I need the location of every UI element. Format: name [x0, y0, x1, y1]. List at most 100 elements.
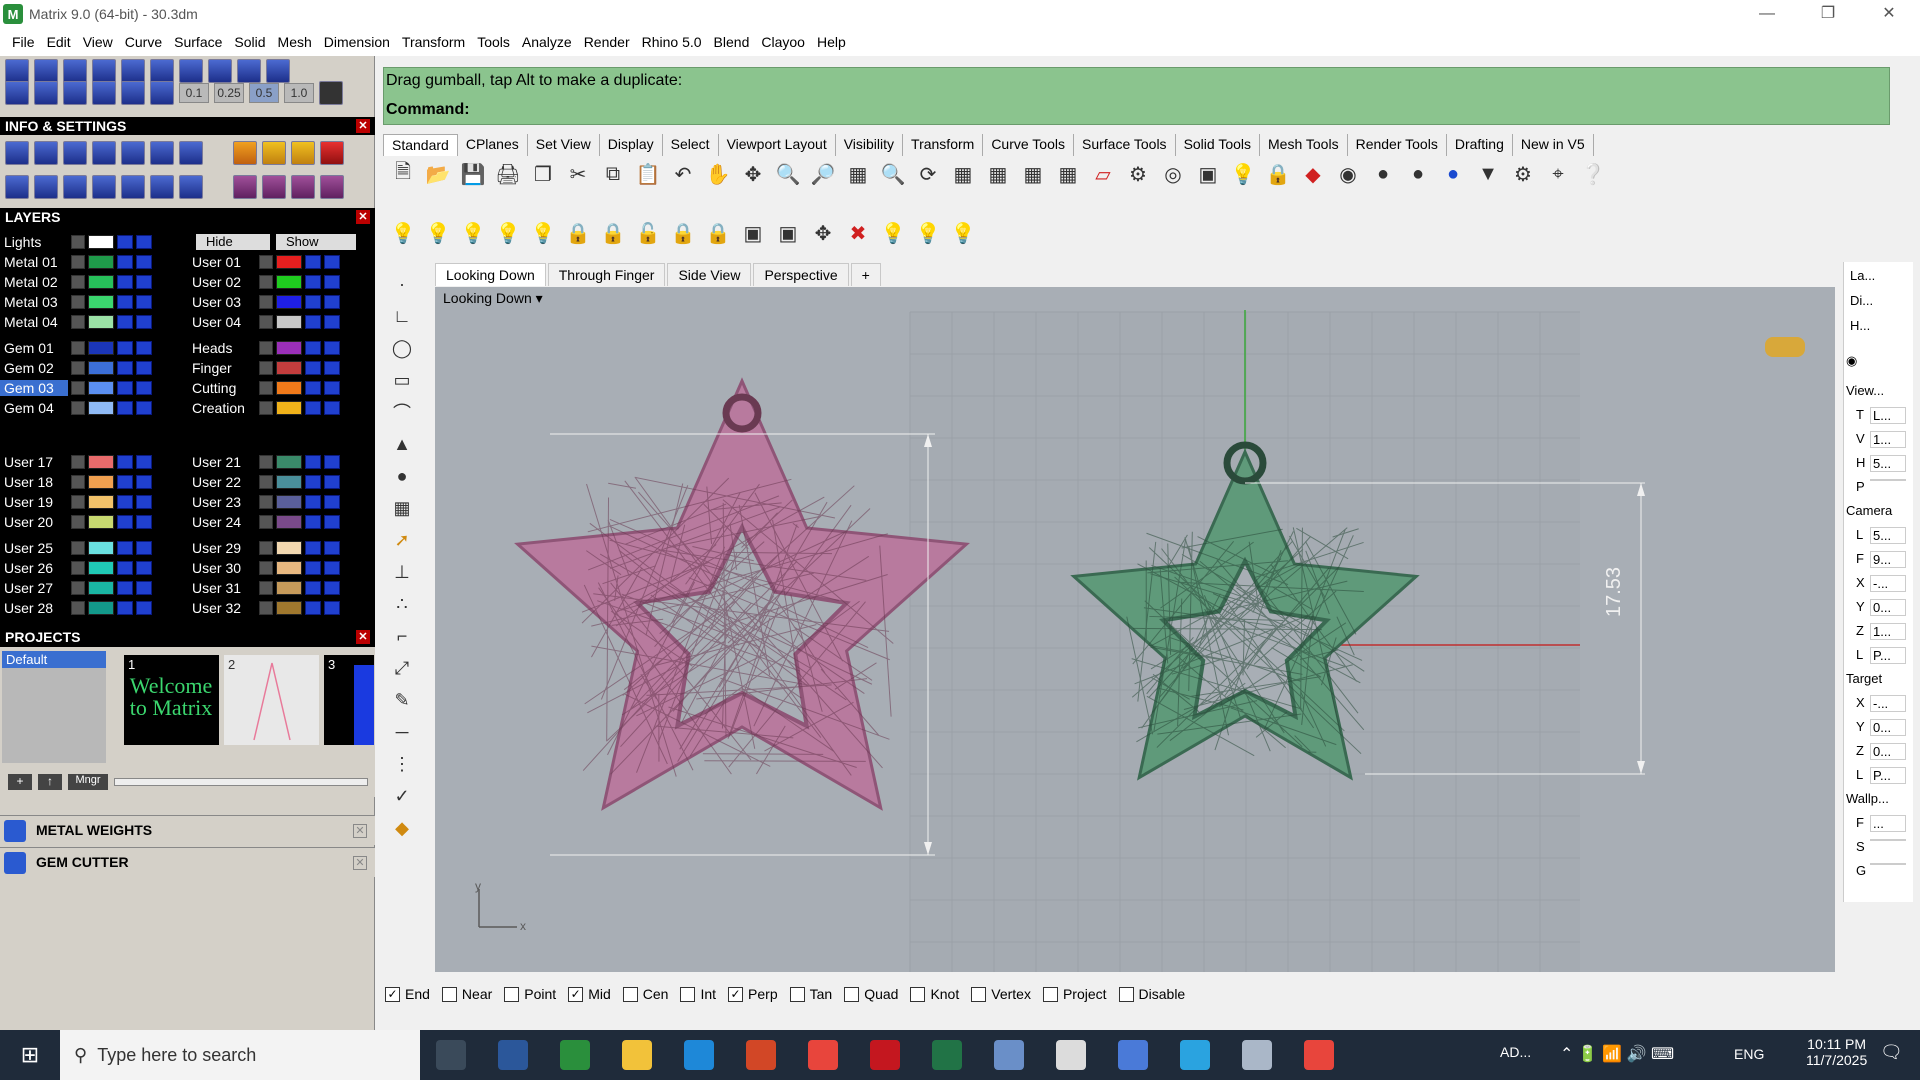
layer-row[interactable]: Cutting: [188, 378, 340, 397]
target-value[interactable]: 0...: [1870, 743, 1906, 760]
layer-arrow-icon[interactable]: [71, 234, 85, 249]
layer-visibility-icon[interactable]: [324, 380, 340, 395]
lightbulb-icon[interactable]: 💡: [424, 219, 452, 247]
rectangle-icon[interactable]: ▭: [388, 366, 416, 394]
viewport-tab-perspective[interactable]: Perspective: [753, 262, 849, 286]
layer-visibility-icon[interactable]: [324, 474, 340, 489]
checkbox[interactable]: [1118, 986, 1134, 1002]
solid-icon[interactable]: ●: [388, 462, 416, 490]
show-button[interactable]: Show: [276, 234, 356, 250]
menu-clayoo[interactable]: Clayoo: [755, 34, 811, 50]
layer-arrow-icon[interactable]: [259, 454, 273, 469]
select-icon[interactable]: ▣: [774, 219, 802, 247]
panel-tab[interactable]: La...: [1850, 268, 1875, 283]
layer-visibility-icon[interactable]: [324, 314, 340, 329]
sphere-icon[interactable]: ●: [1369, 160, 1397, 188]
tab-drafting[interactable]: Drafting: [1446, 134, 1513, 156]
matrix-taskbar-icon[interactable]: [544, 1030, 606, 1080]
point-icon[interactable]: ·: [388, 270, 416, 298]
mail-app-taskbar-icon[interactable]: [1102, 1030, 1164, 1080]
sphere-icon[interactable]: ●: [1404, 160, 1432, 188]
layer-color-swatch[interactable]: [88, 474, 114, 489]
layer-visibility-icon[interactable]: [324, 294, 340, 309]
menu-file[interactable]: File: [6, 34, 41, 50]
snap-perp[interactable]: ✓ Perp: [728, 986, 778, 1002]
layer-lock-icon[interactable]: [117, 254, 133, 269]
help-icon[interactable]: ❔: [1579, 160, 1607, 188]
cut-icon[interactable]: ✂: [564, 160, 592, 188]
project-item-default[interactable]: Default: [2, 651, 106, 668]
checkbox[interactable]: [844, 986, 860, 1002]
layer-arrow-icon[interactable]: [71, 340, 85, 355]
layer-row[interactable]: User 25: [0, 538, 152, 557]
layer-lock-icon[interactable]: [117, 274, 133, 289]
notifications-icon[interactable]: 🗨: [1880, 1042, 1903, 1063]
check-icon[interactable]: ✓: [388, 782, 416, 810]
layer-visibility-icon[interactable]: [324, 514, 340, 529]
plugin-gem-cutter[interactable]: GEM CUTTER ✕: [0, 847, 375, 877]
viewport-grid-icon[interactable]: ▦: [984, 160, 1012, 188]
edit-icon[interactable]: ✎: [388, 686, 416, 714]
layer-visibility-icon[interactable]: [136, 294, 152, 309]
snap-disable[interactable]: Disable: [1118, 986, 1185, 1002]
close-icon[interactable]: ✕: [353, 856, 367, 870]
menu-analyze[interactable]: Analyze: [516, 34, 578, 50]
layer-row[interactable]: Creation: [188, 398, 340, 417]
layer-row[interactable]: User 27: [0, 578, 152, 597]
boolean-icon[interactable]: ⊥: [388, 558, 416, 586]
lightbulb-icon[interactable]: 💡: [879, 219, 907, 247]
solidworks-taskbar-icon[interactable]: [854, 1030, 916, 1080]
edge-taskbar-icon[interactable]: [668, 1030, 730, 1080]
app-window-taskbar-icon[interactable]: [978, 1030, 1040, 1080]
viewport-grid-icon[interactable]: ▦: [949, 160, 977, 188]
layer-visibility-icon[interactable]: [136, 494, 152, 509]
layer-color-swatch[interactable]: [276, 560, 302, 575]
zoom-icon[interactable]: 🔍: [774, 160, 802, 188]
snap-project[interactable]: Project: [1042, 986, 1107, 1002]
layer-arrow-icon[interactable]: [259, 294, 273, 309]
layer-lock-icon[interactable]: [117, 314, 133, 329]
zoom-extents-icon[interactable]: ▦: [844, 160, 872, 188]
layer-lock-icon[interactable]: [305, 380, 321, 395]
close-icon[interactable]: ✕: [353, 824, 367, 838]
layer-lock-icon[interactable]: [117, 494, 133, 509]
tool-icon[interactable]: [179, 141, 203, 165]
tab-set-view[interactable]: Set View: [527, 134, 600, 156]
menu-view[interactable]: View: [77, 34, 119, 50]
layer-lock-icon[interactable]: [305, 340, 321, 355]
layer-row[interactable]: Metal 04: [0, 312, 152, 331]
layer-color-swatch[interactable]: [88, 580, 114, 595]
wallp-value[interactable]: [1870, 839, 1906, 841]
layer-lock-icon[interactable]: [305, 494, 321, 509]
print-icon[interactable]: 🖨: [494, 160, 522, 188]
snap-point[interactable]: Point: [504, 986, 556, 1002]
layer-visibility-icon[interactable]: [324, 360, 340, 375]
target-value[interactable]: P...: [1870, 767, 1906, 784]
manager-button[interactable]: Mngr: [68, 774, 108, 790]
pan-hand-icon[interactable]: ✋: [704, 160, 732, 188]
powerpoint-taskbar-icon[interactable]: [730, 1030, 792, 1080]
tab-select[interactable]: Select: [662, 134, 719, 156]
checkbox[interactable]: ✓: [728, 986, 744, 1002]
tab-solid-tools[interactable]: Solid Tools: [1175, 134, 1261, 156]
layer-color-swatch[interactable]: [276, 540, 302, 555]
layer-icon[interactable]: ◆: [1299, 160, 1327, 188]
tool-icon[interactable]: [63, 175, 87, 199]
grid-value-3[interactable]: 0.5: [249, 83, 279, 103]
view-value[interactable]: [1870, 479, 1906, 481]
layer-arrow-icon[interactable]: [259, 254, 273, 269]
layer-lock-icon[interactable]: [305, 454, 321, 469]
tool-icon[interactable]: [291, 141, 315, 165]
layer-visibility-icon[interactable]: [136, 254, 152, 269]
telegram-taskbar-icon[interactable]: [1164, 1030, 1226, 1080]
layer-arrow-icon[interactable]: [71, 514, 85, 529]
layer-row[interactable]: User 32: [188, 598, 340, 617]
project-thumb-2[interactable]: 2: [224, 655, 319, 745]
lock-icon[interactable]: 🔒: [599, 219, 627, 247]
tool-icon[interactable]: ⌖: [1544, 160, 1572, 188]
layer-row[interactable]: User 31: [188, 578, 340, 597]
layer-arrow-icon[interactable]: [71, 600, 85, 615]
layer-color-swatch[interactable]: [276, 254, 302, 269]
tool-icon[interactable]: [92, 141, 116, 165]
layer-color-swatch[interactable]: [88, 314, 114, 329]
